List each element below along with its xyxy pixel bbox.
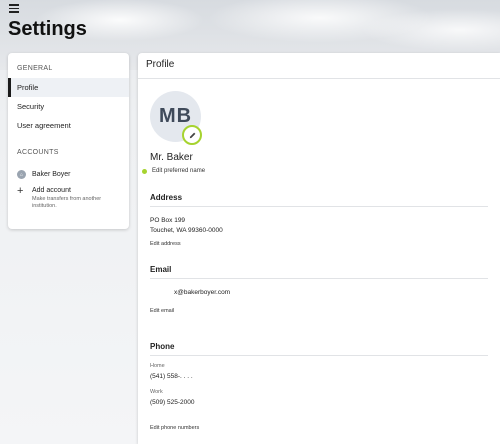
divider	[150, 278, 488, 279]
add-account-label: Add account	[32, 187, 71, 194]
hamburger-menu-icon[interactable]	[9, 4, 19, 13]
nav-item-user-agreement[interactable]: User agreement	[8, 116, 129, 135]
address-heading: Address	[150, 193, 183, 202]
general-heading: GENERAL	[17, 65, 53, 72]
settings-nav: GENERAL Profile Security User agreement …	[8, 53, 129, 229]
pencil-icon	[189, 132, 195, 138]
edit-email-link[interactable]: Edit email	[150, 308, 174, 314]
plus-icon: +	[17, 185, 24, 197]
phone-heading: Phone	[150, 342, 175, 351]
edit-preferred-name-link[interactable]: Edit preferred name	[142, 168, 205, 174]
bank-icon: ⌂	[17, 170, 26, 179]
address-line-2: Touchet, WA 99360-0000	[150, 227, 223, 234]
email-heading: Email	[150, 265, 172, 274]
divider	[150, 355, 488, 356]
profile-name: Mr. Baker	[150, 152, 193, 163]
divider	[150, 206, 488, 207]
home-phone-label: Home	[150, 363, 165, 369]
cursor-dot-icon	[142, 168, 147, 174]
work-phone-label: Work	[150, 389, 163, 395]
add-account-button[interactable]: + Add account Make transfers from anothe…	[8, 185, 129, 210]
page-title: Settings	[8, 18, 87, 40]
edit-photo-button[interactable]	[182, 125, 202, 145]
account-name: Baker Boyer	[32, 171, 71, 178]
home-phone-value: (541) 558-. . . .	[150, 373, 193, 380]
email-value: x@bakerboyer.com	[174, 289, 231, 296]
work-phone-value: (509) 525-2000	[150, 399, 195, 406]
add-account-description: Make transfers from another institution.	[32, 196, 102, 209]
edit-preferred-name-label: Edit preferred name	[152, 168, 206, 174]
account-item[interactable]: ⌂ Baker Boyer	[8, 170, 129, 179]
nav-item-profile[interactable]: Profile	[8, 78, 129, 97]
profile-panel-title: Profile	[138, 53, 500, 79]
address-line-1: PO Box 199	[150, 217, 186, 224]
nav-item-security[interactable]: Security	[8, 97, 129, 116]
edit-address-link[interactable]: Edit address	[150, 241, 181, 247]
edit-phone-numbers-link[interactable]: Edit phone numbers	[150, 425, 199, 431]
profile-panel: Profile MB Mr. Baker Edit preferred name…	[138, 53, 500, 444]
accounts-heading: ACCOUNTS	[17, 149, 59, 156]
